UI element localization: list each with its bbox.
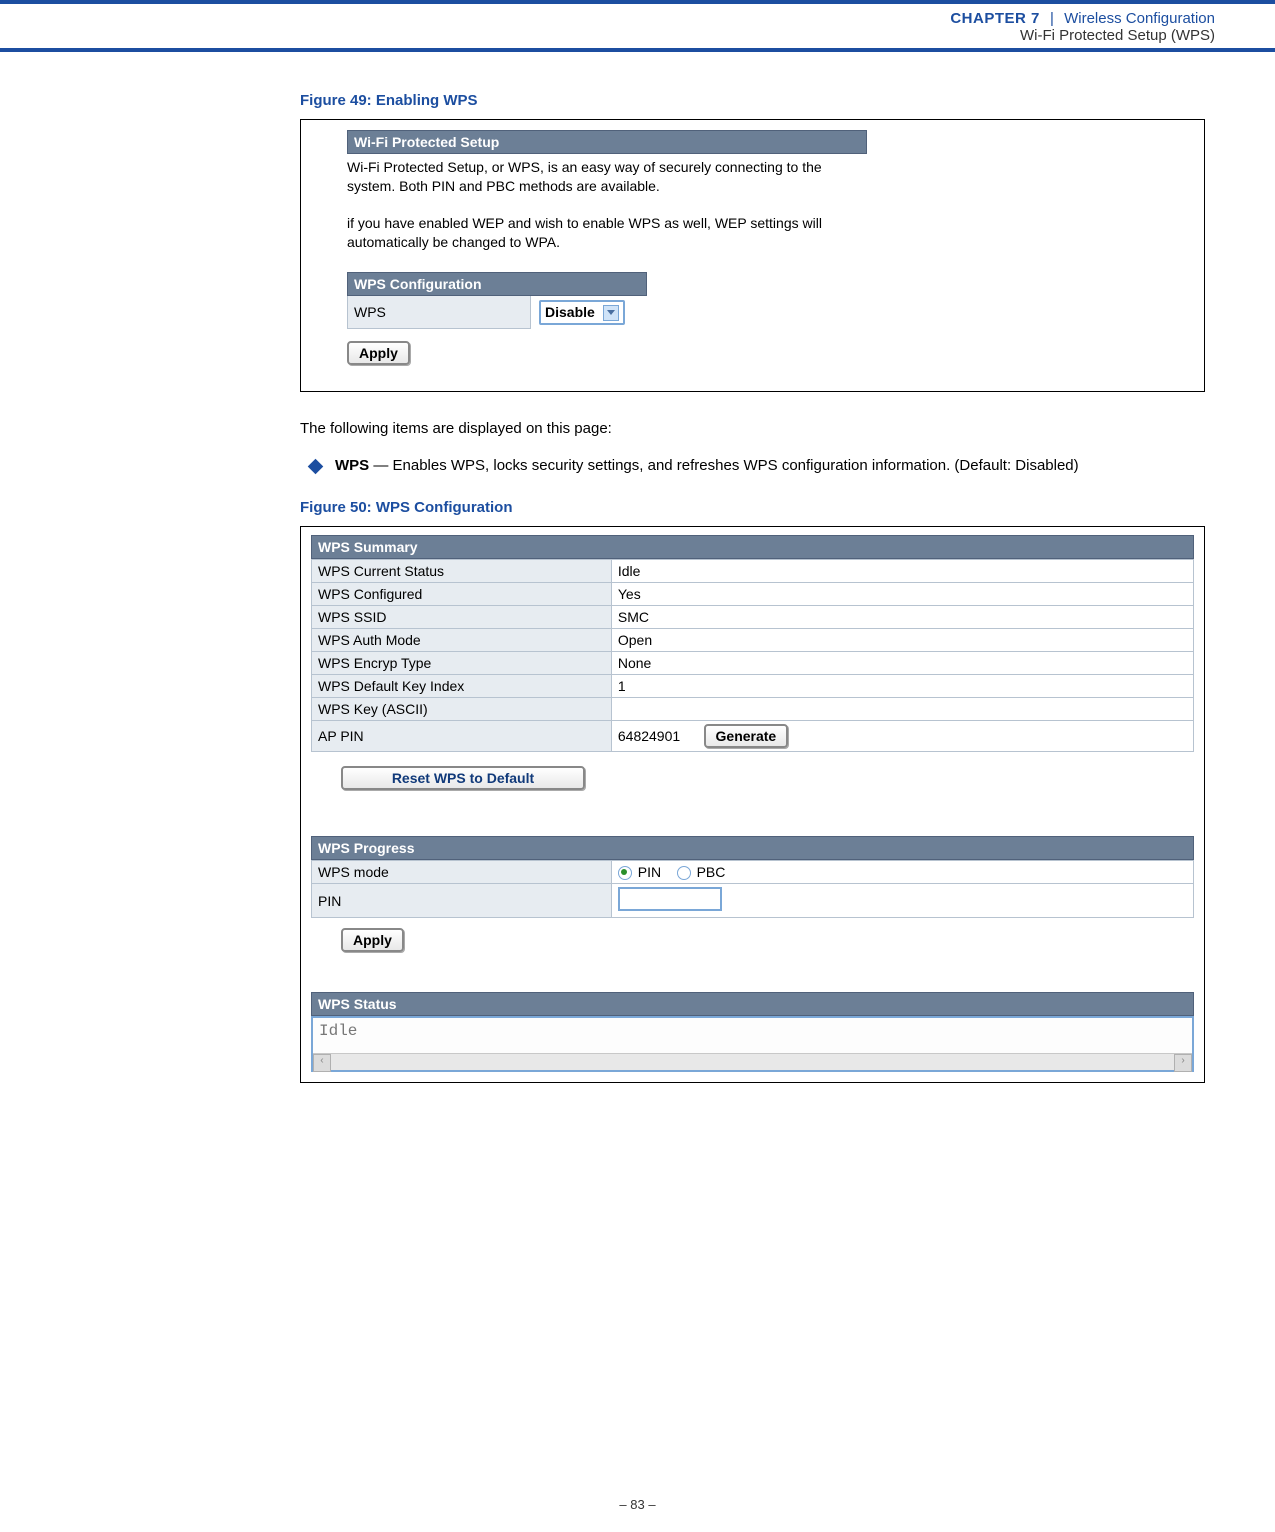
scroll-left-icon[interactable]: ‹ xyxy=(313,1054,331,1072)
wps-summary-table: WPS Current StatusIdleWPS ConfiguredYesW… xyxy=(311,559,1194,752)
summary-value: Yes xyxy=(611,583,1193,606)
ap-pin-value: 64824901 xyxy=(618,728,680,744)
wps-status-header: WPS Status xyxy=(311,992,1194,1016)
ap-pin-label: AP PIN xyxy=(312,721,612,752)
pin-input[interactable] xyxy=(618,887,722,911)
summary-value: None xyxy=(611,652,1193,675)
bullet-text: — Enables WPS, locks security settings, … xyxy=(369,457,1078,474)
wps-config-header: WPS Configuration xyxy=(347,272,647,296)
wps-select[interactable]: Disable xyxy=(539,300,625,325)
bullet-item: WPS — Enables WPS, locks security settin… xyxy=(304,455,1205,477)
summary-label: WPS Default Key Index xyxy=(312,675,612,698)
figure50-caption: Figure 50: WPS Configuration xyxy=(300,499,1205,516)
ap-pin-cell: 64824901 Generate xyxy=(611,721,1193,752)
summary-label: WPS Key (ASCII) xyxy=(312,698,612,721)
intro-paragraph: The following items are displayed on thi… xyxy=(300,420,1205,437)
pin-label: PIN xyxy=(312,884,612,918)
page-header: CHAPTER 7 | Wireless Configuration Wi-Fi… xyxy=(0,4,1275,52)
reset-wps-button[interactable]: Reset WPS to Default xyxy=(341,766,585,790)
wps-select-value: Disable xyxy=(545,304,595,320)
apply-button[interactable]: Apply xyxy=(347,341,410,365)
figure49-caption: Figure 49: Enabling WPS xyxy=(300,92,1205,109)
generate-button[interactable]: Generate xyxy=(704,724,789,748)
summary-value xyxy=(611,698,1193,721)
wps-mode-pbc-radio[interactable] xyxy=(677,866,691,880)
summary-label: WPS Configured xyxy=(312,583,612,606)
summary-label: WPS SSID xyxy=(312,606,612,629)
summary-label: WPS Auth Mode xyxy=(312,629,612,652)
diamond-icon xyxy=(308,459,324,475)
wps-desc-2: if you have enabled WEP and wish to enab… xyxy=(347,215,822,250)
summary-label: WPS Current Status xyxy=(312,560,612,583)
wps-mode-label: WPS mode xyxy=(312,861,612,884)
summary-value: Idle xyxy=(611,560,1193,583)
horizontal-scrollbar[interactable]: ‹ › xyxy=(313,1053,1192,1070)
apply-button-2[interactable]: Apply xyxy=(341,928,404,952)
figure50-screenshot: WPS Summary WPS Current StatusIdleWPS Co… xyxy=(300,526,1205,1083)
wps-progress-header: WPS Progress xyxy=(311,836,1194,860)
scroll-right-icon[interactable]: › xyxy=(1174,1054,1192,1072)
figure49-screenshot: Wi-Fi Protected Setup Wi-Fi Protected Se… xyxy=(300,119,1205,392)
wps-desc-1: Wi-Fi Protected Setup, or WPS, is an eas… xyxy=(347,159,822,194)
wps-status-value: Idle xyxy=(319,1022,357,1040)
summary-value: 1 xyxy=(611,675,1193,698)
wps-field-label: WPS xyxy=(348,296,531,329)
wps-summary-header: WPS Summary xyxy=(311,535,1194,559)
header-title: Wireless Configuration xyxy=(1064,10,1215,27)
header-separator: | xyxy=(1050,10,1054,27)
summary-value: SMC xyxy=(611,606,1193,629)
header-subtitle: Wi-Fi Protected Setup (WPS) xyxy=(1020,27,1215,44)
wps-setup-header: Wi-Fi Protected Setup xyxy=(347,130,867,154)
chevron-down-icon xyxy=(603,305,619,321)
bullet-term: WPS xyxy=(335,457,369,474)
wps-mode-pin-label: PIN xyxy=(638,864,661,880)
summary-value: Open xyxy=(611,629,1193,652)
page-number: – 83 – xyxy=(0,1497,1275,1512)
summary-label: WPS Encryp Type xyxy=(312,652,612,675)
wps-mode-pin-radio[interactable] xyxy=(618,866,632,880)
wps-mode-pbc-label: PBC xyxy=(697,864,726,880)
chapter-label: CHAPTER 7 xyxy=(950,10,1040,27)
wps-status-box: Idle ‹ › xyxy=(311,1016,1194,1072)
